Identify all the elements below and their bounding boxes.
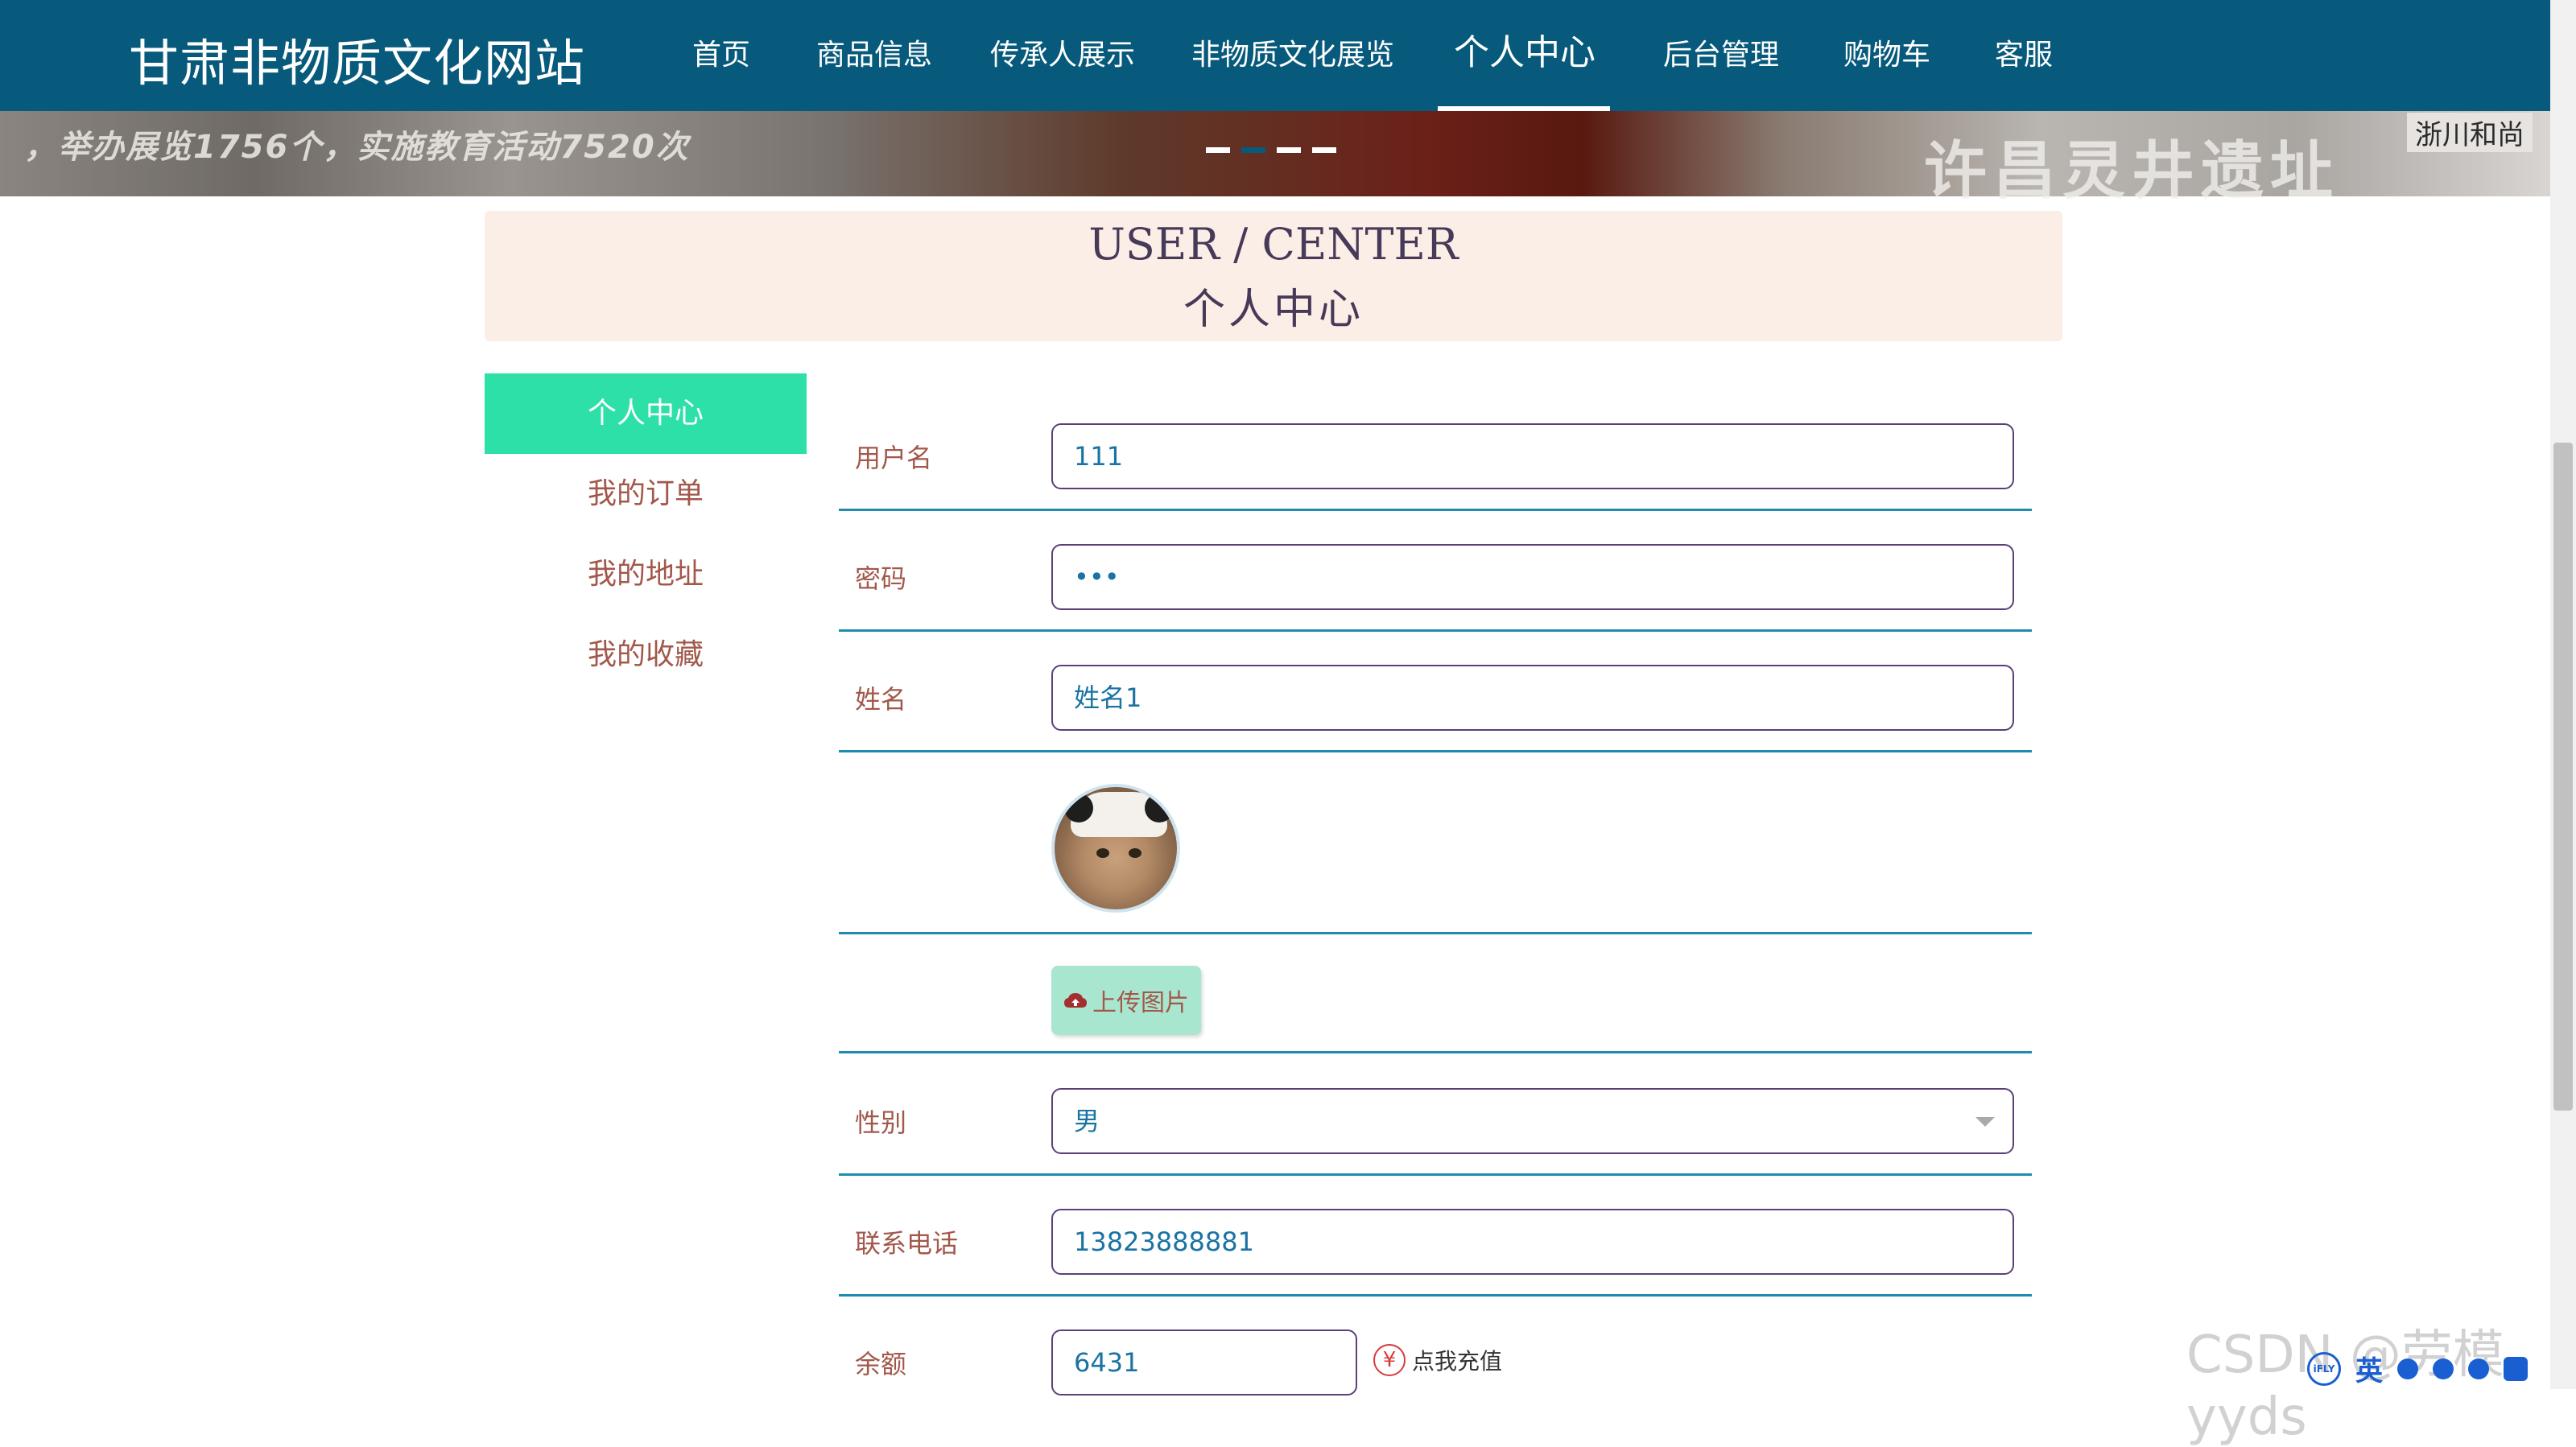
gender-selected-value: 男: [1074, 1106, 1100, 1136]
avatar: [1051, 784, 1180, 913]
upload-button-label: 上传图片: [1092, 989, 1189, 1017]
top-nav: 甘肃非物质文化网站 首页 商品信息 传承人展示 非物质文化展览 个人中心 后台管…: [0, 0, 2550, 111]
nav-item-admin[interactable]: 后台管理: [1663, 35, 1779, 76]
gender-select[interactable]: 男: [1051, 1088, 2014, 1154]
phone-label: 联系电话: [855, 1228, 959, 1259]
nav-item-service[interactable]: 客服: [1995, 35, 2053, 76]
carousel-dot[interactable]: [1206, 147, 1230, 153]
carousel-dots: [1206, 147, 1336, 153]
user-icon[interactable]: [2468, 1358, 2489, 1379]
balance-field[interactable]: 6431: [1051, 1330, 1357, 1395]
chevron-down-icon: [1975, 1117, 1995, 1127]
nav-item-products[interactable]: 商品信息: [816, 35, 932, 76]
name-label: 姓名: [855, 684, 907, 715]
page-heading: USER / CENTER 个人中心: [485, 211, 2062, 341]
username-field[interactable]: 111: [1051, 423, 2014, 489]
gender-label: 性别: [855, 1107, 907, 1138]
sidebar-item-address[interactable]: 我的地址: [485, 534, 807, 615]
carousel-dot-active[interactable]: [1241, 147, 1265, 153]
carousel-dot[interactable]: [1277, 147, 1301, 153]
cloud-upload-icon: [1064, 993, 1087, 1008]
balance-label: 余额: [855, 1349, 907, 1379]
banner-text-right: 许昌灵井遗址: [1924, 135, 2340, 208]
nav-item-cart[interactable]: 购物车: [1843, 35, 1930, 76]
username-label: 用户名: [855, 443, 933, 473]
row-divider: [839, 1173, 2032, 1176]
recharge-label: 点我充值: [1412, 1348, 1503, 1375]
ime-punctuation-icon[interactable]: [2397, 1358, 2418, 1379]
microphone-icon[interactable]: [2433, 1358, 2454, 1379]
password-label: 密码: [855, 563, 907, 594]
phone-field[interactable]: 13823888881: [1051, 1209, 2014, 1275]
heading-en: USER / CENTER: [1088, 219, 1459, 270]
yen-icon: ¥: [1373, 1344, 1406, 1376]
banner-text-left: ，举办展览1756个，实施教育活动7520次: [24, 129, 690, 166]
ime-toolbar: iFLY 英: [2307, 1349, 2528, 1388]
sidebar-item-favorites[interactable]: 我的收藏: [485, 615, 807, 695]
sidebar-item-user-center[interactable]: 个人中心: [485, 373, 807, 454]
ime-logo-icon[interactable]: iFLY: [2307, 1351, 2341, 1386]
sidebar-item-orders[interactable]: 我的订单: [485, 454, 807, 534]
grid-menu-icon[interactable]: [2504, 1356, 2528, 1381]
avatar-ear: [1145, 794, 1174, 822]
row-divider: [839, 629, 2032, 632]
row-divider: [839, 1294, 2032, 1297]
site-title[interactable]: 甘肃非物质文化网站: [129, 23, 585, 95]
nav-item-inheritors[interactable]: 传承人展示: [990, 35, 1135, 76]
row-divider: [839, 750, 2032, 752]
row-divider: [839, 932, 2032, 934]
carousel-dot[interactable]: [1312, 147, 1336, 153]
nav-item-home[interactable]: 首页: [692, 35, 750, 76]
recharge-link[interactable]: ¥ 点我充值: [1373, 1344, 1502, 1376]
avatar-eye: [1096, 848, 1109, 858]
ime-language-toggle[interactable]: 英: [2355, 1349, 2383, 1388]
heading-cn: 个人中心: [1183, 286, 1364, 334]
nav-item-exhibition[interactable]: 非物质文化展览: [1191, 35, 1394, 76]
row-divider: [839, 509, 2032, 511]
nav-item-user-center[interactable]: 个人中心: [1454, 29, 1596, 77]
scrollbar-thumb[interactable]: [2553, 443, 2573, 1111]
banner-text-far: 浙川和尚: [2407, 113, 2533, 152]
password-field[interactable]: •••: [1051, 544, 2014, 610]
name-field[interactable]: 姓名1: [1051, 665, 2014, 731]
upload-image-button[interactable]: 上传图片: [1051, 966, 1201, 1035]
avatar-eye: [1129, 848, 1141, 858]
row-divider: [839, 1051, 2032, 1053]
avatar-ear: [1064, 794, 1093, 822]
